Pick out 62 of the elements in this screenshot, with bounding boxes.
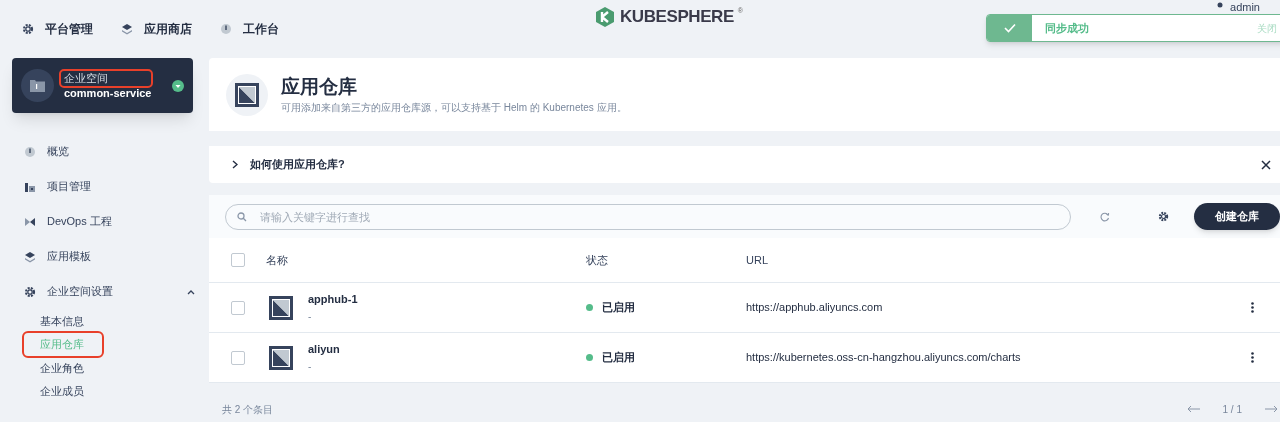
folder-icon xyxy=(30,79,45,92)
workspace-card[interactable]: 企业空间 common-service xyxy=(12,58,193,113)
page-indicator: 1 / 1 xyxy=(1222,402,1242,417)
gauge-icon xyxy=(220,23,232,35)
gear-icon xyxy=(24,285,36,298)
arrow-left-icon[interactable] xyxy=(1186,405,1201,413)
settings-icon[interactable] xyxy=(1158,211,1169,222)
search-field[interactable]: 请输入关键字进行查找 xyxy=(225,203,1071,230)
sidebar-subitem[interactable]: 企业成员 xyxy=(24,380,102,403)
nav-link[interactable]: 应用商店 xyxy=(121,20,192,38)
chevron-right-icon xyxy=(232,160,238,169)
workspace-name: common-service xyxy=(64,85,152,101)
user-name[interactable]: admin xyxy=(1230,0,1260,14)
gear-icon xyxy=(22,23,34,35)
refresh-icon[interactable] xyxy=(1100,211,1110,222)
more-icon[interactable] xyxy=(1251,352,1254,363)
column-header: 状态 xyxy=(586,252,609,268)
repository-icon xyxy=(234,81,260,108)
sidebar-item[interactable]: 应用模板 xyxy=(12,239,209,274)
row-checkbox[interactable] xyxy=(231,300,245,315)
status-text: 已启用 xyxy=(602,300,636,316)
logo-icon xyxy=(594,5,616,28)
column-header: URL xyxy=(746,252,768,268)
sidebar-item[interactable]: 企业空间设置 xyxy=(12,274,209,309)
help-row[interactable]: 如何使用应用仓库? xyxy=(209,146,1280,183)
nav-link[interactable]: 平台管理 xyxy=(22,20,93,38)
row-checkbox[interactable] xyxy=(231,350,245,365)
dropdown-icon[interactable] xyxy=(172,79,184,92)
workspace-label: 企业空间 xyxy=(61,70,152,86)
gauge-icon xyxy=(24,145,36,158)
search-icon xyxy=(237,211,247,222)
close-icon[interactable] xyxy=(1261,159,1271,170)
layers-icon xyxy=(121,23,133,35)
sidebar-subitem[interactable]: 基本信息 xyxy=(24,309,102,332)
repository-url: https://apphub.aliyuncs.com xyxy=(746,300,883,316)
total-count: 共 2 个条目 xyxy=(222,402,274,417)
repository-url: https://kubernetes.oss-cn-hangzhou.aliyuncs.com/charts xyxy=(746,350,1021,366)
toast-message: 同步成功 xyxy=(1045,20,1089,36)
repository-icon xyxy=(268,294,294,321)
repository-description: - xyxy=(308,359,313,374)
status-text: 已启用 xyxy=(602,350,636,366)
page-description: 可用添加来自第三方的应用仓库源，可以支持基于 Helm 的 Kubernetes 应用。 xyxy=(281,101,627,115)
more-icon[interactable] xyxy=(1251,302,1254,313)
check-icon xyxy=(1003,23,1016,33)
repository-name[interactable]: aliyun xyxy=(308,340,586,358)
repository-icon xyxy=(268,344,294,371)
repository-name[interactable]: apphub-1 xyxy=(308,290,586,308)
column-header: 名称 xyxy=(266,252,289,268)
create-repository-button[interactable]: 创建仓库 xyxy=(1194,203,1280,230)
arrow-right-icon[interactable] xyxy=(1264,405,1278,413)
select-all-checkbox[interactable] xyxy=(231,253,245,267)
sidebar-item[interactable]: 项目管理 xyxy=(12,169,209,204)
nav-link[interactable]: 工作台 xyxy=(220,20,279,38)
devops-icon xyxy=(24,215,36,228)
sidebar-item[interactable]: DevOps 工程 xyxy=(12,204,209,239)
logo-text: KUBESPHERE xyxy=(620,6,734,28)
page-title: 应用仓库 xyxy=(281,75,358,99)
sidebar-item[interactable]: 概览 xyxy=(12,134,209,169)
layers-icon xyxy=(24,250,36,263)
sidebar-subitem[interactable]: 企业角色 xyxy=(24,356,102,379)
bar-chart-icon xyxy=(24,180,36,193)
repository-description: - xyxy=(308,309,313,324)
